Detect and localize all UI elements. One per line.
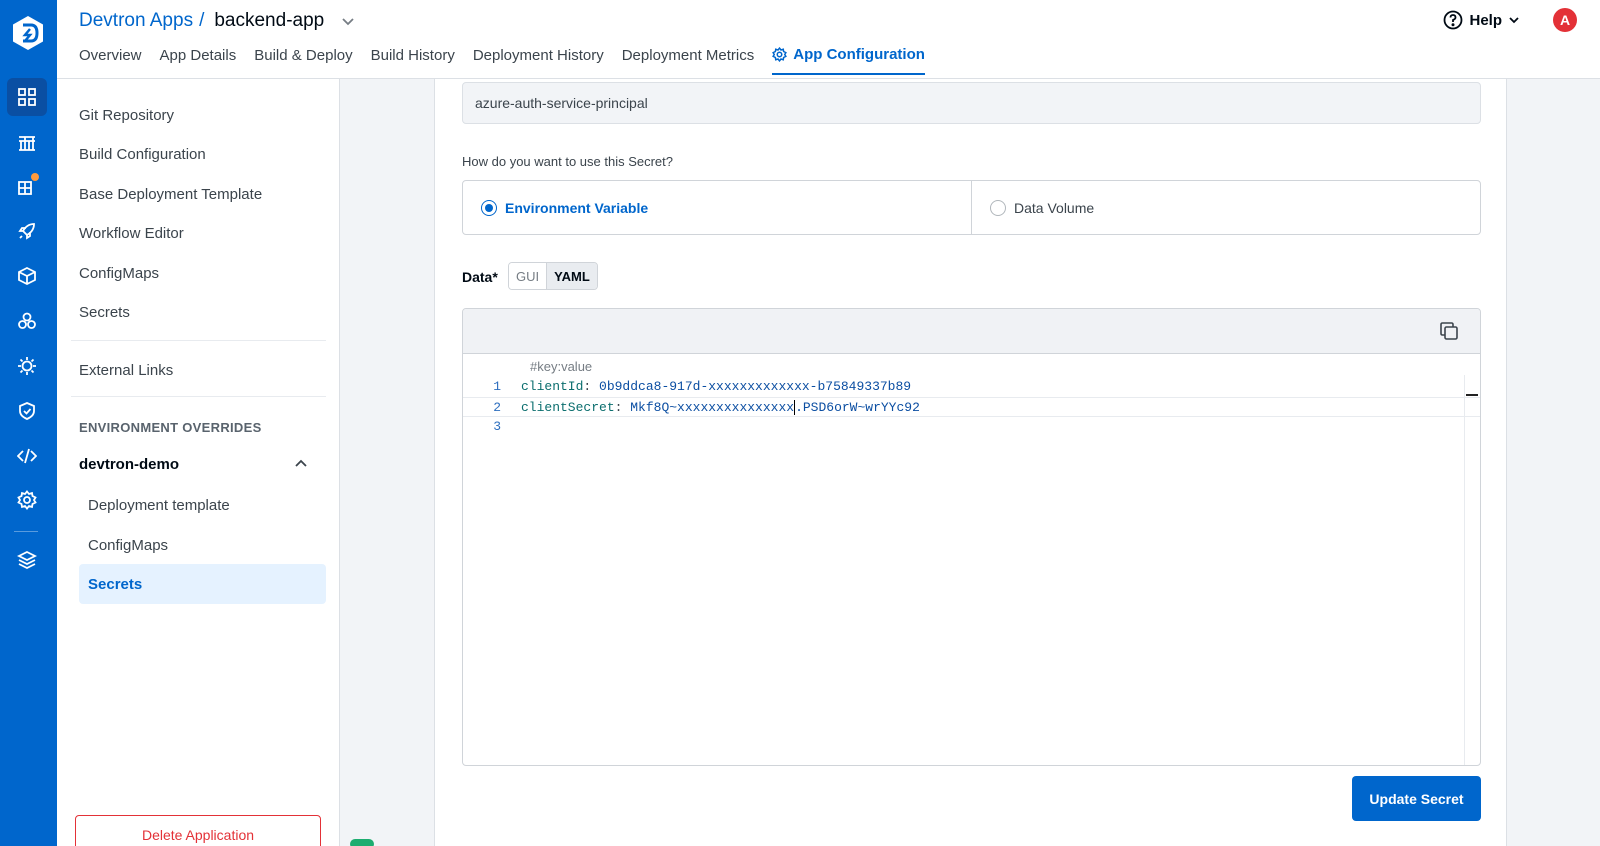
tab-app-configuration[interactable]: App Configuration <box>772 46 925 75</box>
mode-yaml-button[interactable]: YAML <box>547 263 597 289</box>
radio-environment-variable-label: Environment Variable <box>505 199 649 216</box>
data-label: Data* <box>462 269 498 285</box>
sidebar-item-build-configuration[interactable]: Build Configuration <box>79 146 206 163</box>
sidebar-item-secrets[interactable]: Secrets <box>79 304 130 321</box>
secret-name-input[interactable] <box>462 82 1481 124</box>
sidebar-item-workflow-editor[interactable]: Workflow Editor <box>79 225 184 242</box>
breadcrumb-devtron-apps[interactable]: Devtron Apps <box>79 10 193 32</box>
mode-gui-button[interactable]: GUI <box>509 263 548 289</box>
environment-overrides-heading: ENVIRONMENT OVERRIDES <box>79 420 262 435</box>
dashboard-grid-icon[interactable] <box>7 78 47 116</box>
yaml-code-editor[interactable]: #key:value 1 clientId: 0b9ddca8-917d-xxx… <box>462 308 1481 766</box>
notification-dot <box>31 173 39 181</box>
breadcrumb-app-name: backend-app <box>214 10 325 31</box>
sidebar-item-external-links[interactable]: External Links <box>79 362 173 379</box>
app-config-sidebar: Git Repository Build Configuration Base … <box>57 79 340 846</box>
sidebar-divider <box>71 396 326 397</box>
editor-scrollbar[interactable] <box>1464 375 1480 765</box>
sidebar-item-configmaps[interactable]: ConfigMaps <box>79 265 159 282</box>
usage-question: How do you want to use this Secret? <box>462 154 674 169</box>
rail-divider <box>14 531 38 532</box>
editor-toolbar <box>463 309 1480 354</box>
gear-icon[interactable] <box>7 481 47 519</box>
app-tabs: Overview App Details Build & Deploy Buil… <box>79 46 925 75</box>
env-item-secrets[interactable]: Secrets <box>79 564 326 604</box>
chevron-up-icon[interactable] <box>294 457 308 476</box>
stack-icon[interactable] <box>7 541 47 579</box>
sidebar-divider <box>71 340 326 341</box>
app-switcher-chevron-down-icon[interactable] <box>340 13 356 29</box>
code-line: 2 clientSecret: Mkf8Q~xxxxxxxxxxxxxxx.PS… <box>463 397 1480 417</box>
radio-selected-icon <box>481 199 497 216</box>
chevron-down-icon <box>1509 17 1519 24</box>
clusters-icon[interactable] <box>7 302 47 340</box>
tab-build-deploy[interactable]: Build & Deploy <box>254 46 352 75</box>
code-icon[interactable] <box>7 437 47 475</box>
delete-application-button[interactable]: Delete Application <box>75 815 321 846</box>
radio-environment-variable[interactable]: Environment Variable <box>463 181 971 234</box>
line-number: 2 <box>493 400 501 415</box>
tab-deployment-metrics[interactable]: Deployment Metrics <box>622 46 755 75</box>
yaml-value-part: .PSD6orW~wrYYc92 <box>795 400 920 415</box>
help-question-icon <box>1444 10 1463 30</box>
usage-radio-group: Environment Variable Data Volume <box>462 180 1481 235</box>
devtron-logo-icon[interactable] <box>9 14 47 52</box>
yaml-key: clientId <box>521 379 584 394</box>
secret-editor-panel: How do you want to use this Secret? Envi… <box>434 79 1507 846</box>
sidebar-item-git-repository[interactable]: Git Repository <box>79 107 174 124</box>
code-line: 3 <box>463 417 1480 437</box>
env-item-deployment-template[interactable]: Deployment template <box>79 485 326 525</box>
code-line: 1 clientId: 0b9ddca8-917d-xxxxxxxxxxxxx-… <box>463 377 1480 397</box>
gear-icon <box>772 47 788 62</box>
app-groups-icon[interactable] <box>7 167 47 205</box>
deploy-rocket-icon[interactable] <box>7 212 47 250</box>
cube-icon[interactable] <box>7 257 47 295</box>
left-nav-rail <box>0 0 57 846</box>
tab-build-history[interactable]: Build History <box>371 46 455 75</box>
help-label: Help <box>1469 11 1502 29</box>
copy-icon[interactable] <box>1438 320 1460 342</box>
update-secret-button[interactable]: Update Secret <box>1352 776 1481 821</box>
radio-data-volume-label: Data Volume <box>1014 199 1095 216</box>
breadcrumb: Devtron Apps / backend-app <box>79 10 356 32</box>
yaml-key: clientSecret <box>521 400 615 415</box>
avatar[interactable]: A <box>1553 8 1577 32</box>
chat-widget-badge[interactable] <box>350 839 374 846</box>
yaml-value-part: Mkf8Q~xxxxxxxxxxxxxxx <box>630 400 795 415</box>
tab-app-details[interactable]: App Details <box>160 46 237 75</box>
yaml-value: 0b9ddca8-917d-xxxxxxxxxxxxx-b75849337b89 <box>599 379 912 394</box>
env-group-devtron-demo[interactable]: devtron-demo <box>79 456 179 473</box>
page-header: Devtron Apps / backend-app Overview App … <box>57 0 1600 79</box>
editor-placeholder: #key:value <box>530 359 593 374</box>
radio-unselected-icon <box>990 199 1006 216</box>
scrollbar-cursor-marker <box>1466 394 1478 396</box>
breadcrumb-separator: / <box>199 10 205 31</box>
sidebar-item-base-deployment-template[interactable]: Base Deployment Template <box>79 186 262 203</box>
shield-icon[interactable] <box>7 392 47 430</box>
line-number: 3 <box>493 419 501 434</box>
line-number: 1 <box>493 379 501 394</box>
radio-data-volume[interactable]: Data Volume <box>971 181 1480 234</box>
tab-overview[interactable]: Overview <box>79 46 142 75</box>
help-menu[interactable]: Help <box>1443 10 1520 30</box>
chart-store-icon[interactable] <box>7 123 47 161</box>
data-mode-toggle: GUI YAML <box>508 262 598 290</box>
env-item-configmaps[interactable]: ConfigMaps <box>79 525 326 565</box>
tab-deployment-history[interactable]: Deployment History <box>473 46 604 75</box>
tab-app-configuration-label: App Configuration <box>793 46 925 63</box>
bug-settings-icon[interactable] <box>7 347 47 385</box>
code-lines: 1 clientId: 0b9ddca8-917d-xxxxxxxxxxxxx-… <box>463 377 1480 437</box>
